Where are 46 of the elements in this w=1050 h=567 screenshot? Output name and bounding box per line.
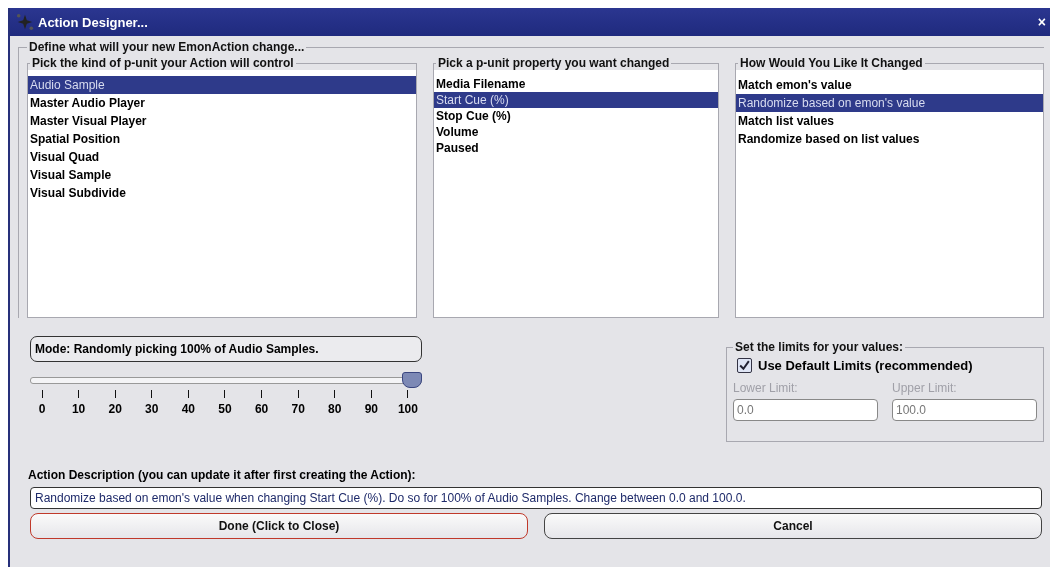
checkbox-label: Use Default Limits (recommended) xyxy=(758,358,973,373)
description-field[interactable]: Randomize based on emon's value when changing Start Cue (%). Do so for 100% of Audio Samples. Change between 0.0 and 100.0. xyxy=(30,487,1042,509)
tick-label: 80 xyxy=(328,402,342,416)
star-icon xyxy=(16,13,34,31)
list-item[interactable]: Spatial Position xyxy=(28,130,416,148)
checkbox[interactable] xyxy=(737,358,752,373)
list-item[interactable]: Visual Quad xyxy=(28,148,416,166)
tick-label: 50 xyxy=(218,402,232,416)
tick-label: 30 xyxy=(145,402,159,416)
group-title: Define what will your new EmonAction change... xyxy=(28,40,306,54)
field-label: Lower Limit: xyxy=(733,381,799,395)
list-item[interactable]: Stop Cue (%) xyxy=(434,108,718,124)
tick-label: 90 xyxy=(364,402,378,416)
slider-thumb[interactable] xyxy=(402,372,422,388)
list-item[interactable]: Randomize based on emon's value xyxy=(736,94,1043,112)
list-title: Pick a p-unit property you want changed xyxy=(437,56,671,70)
list-item[interactable]: Match list values xyxy=(736,112,1043,130)
close-button[interactable]: × xyxy=(1037,14,1046,30)
list-title: How Would You Like It Changed xyxy=(739,56,924,70)
list-item[interactable]: Master Audio Player xyxy=(28,94,416,112)
tick-label: 100 xyxy=(397,402,418,416)
list-item[interactable]: Start Cue (%) xyxy=(434,92,718,108)
dialog-button[interactable]: Done (Click to Close) xyxy=(30,513,528,539)
list-item[interactable]: Audio Sample xyxy=(28,76,416,94)
tick-label: 20 xyxy=(108,402,122,416)
tick-label: 70 xyxy=(291,402,305,416)
tick-label: 60 xyxy=(254,402,269,416)
list-item[interactable]: Randomize based on list values xyxy=(736,130,1043,148)
tick-label: 40 xyxy=(181,402,196,416)
description-label: Action Description (you can update it after first creating the Action): xyxy=(28,468,417,482)
field-label: Upper Limit: xyxy=(892,381,958,395)
list-item[interactable]: Master Visual Player xyxy=(28,112,416,130)
list-item[interactable]: Media Filename xyxy=(434,76,718,92)
tick-label: 10 xyxy=(71,402,86,416)
list-item[interactable]: Visual Sample xyxy=(28,166,416,184)
list-item[interactable]: Volume xyxy=(434,124,718,140)
limits-title: Set the limits for your values: xyxy=(734,340,905,354)
mode-label: Mode: Randomly picking 100% of Audio Samples. xyxy=(30,336,422,362)
tick-label: 0 xyxy=(38,402,46,416)
list-title: Pick the kind of p-unit your Action will control xyxy=(31,56,295,70)
slider[interactable] xyxy=(30,372,422,388)
list-item[interactable]: Paused xyxy=(434,140,718,156)
dialog-button[interactable]: Cancel xyxy=(544,513,1042,539)
window-title: Action Designer... xyxy=(38,14,149,30)
list-item[interactable]: Visual Subdivide xyxy=(28,184,416,202)
list-item[interactable]: Match emon's value xyxy=(736,76,1043,94)
